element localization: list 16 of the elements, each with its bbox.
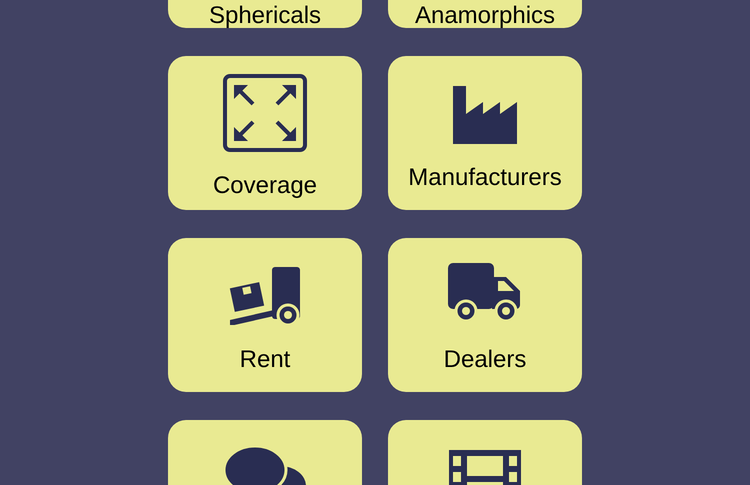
film-icon — [449, 450, 521, 485]
tile-label: Manufacturers — [408, 164, 562, 192]
expand-icon — [223, 74, 307, 152]
tile-card[interactable]: Manufacturers — [388, 56, 582, 210]
tile-card[interactable]: Anamorphics — [388, 0, 582, 28]
tile-label: Sphericals — [208, 4, 322, 28]
tile-card[interactable]: Sphericals — [168, 0, 362, 28]
factory-icon — [452, 86, 518, 144]
tile-label: Anamorphics — [414, 4, 556, 28]
tile-label: Dealers — [444, 346, 526, 374]
tile-card[interactable]: Coverage — [168, 56, 362, 210]
tile-label: Rent — [240, 346, 290, 374]
tile-label: Coverage — [212, 172, 318, 200]
dolly-icon — [228, 265, 302, 325]
tile-card[interactable]: Rent — [168, 238, 362, 392]
tile-card[interactable]: Dealers — [388, 238, 582, 392]
